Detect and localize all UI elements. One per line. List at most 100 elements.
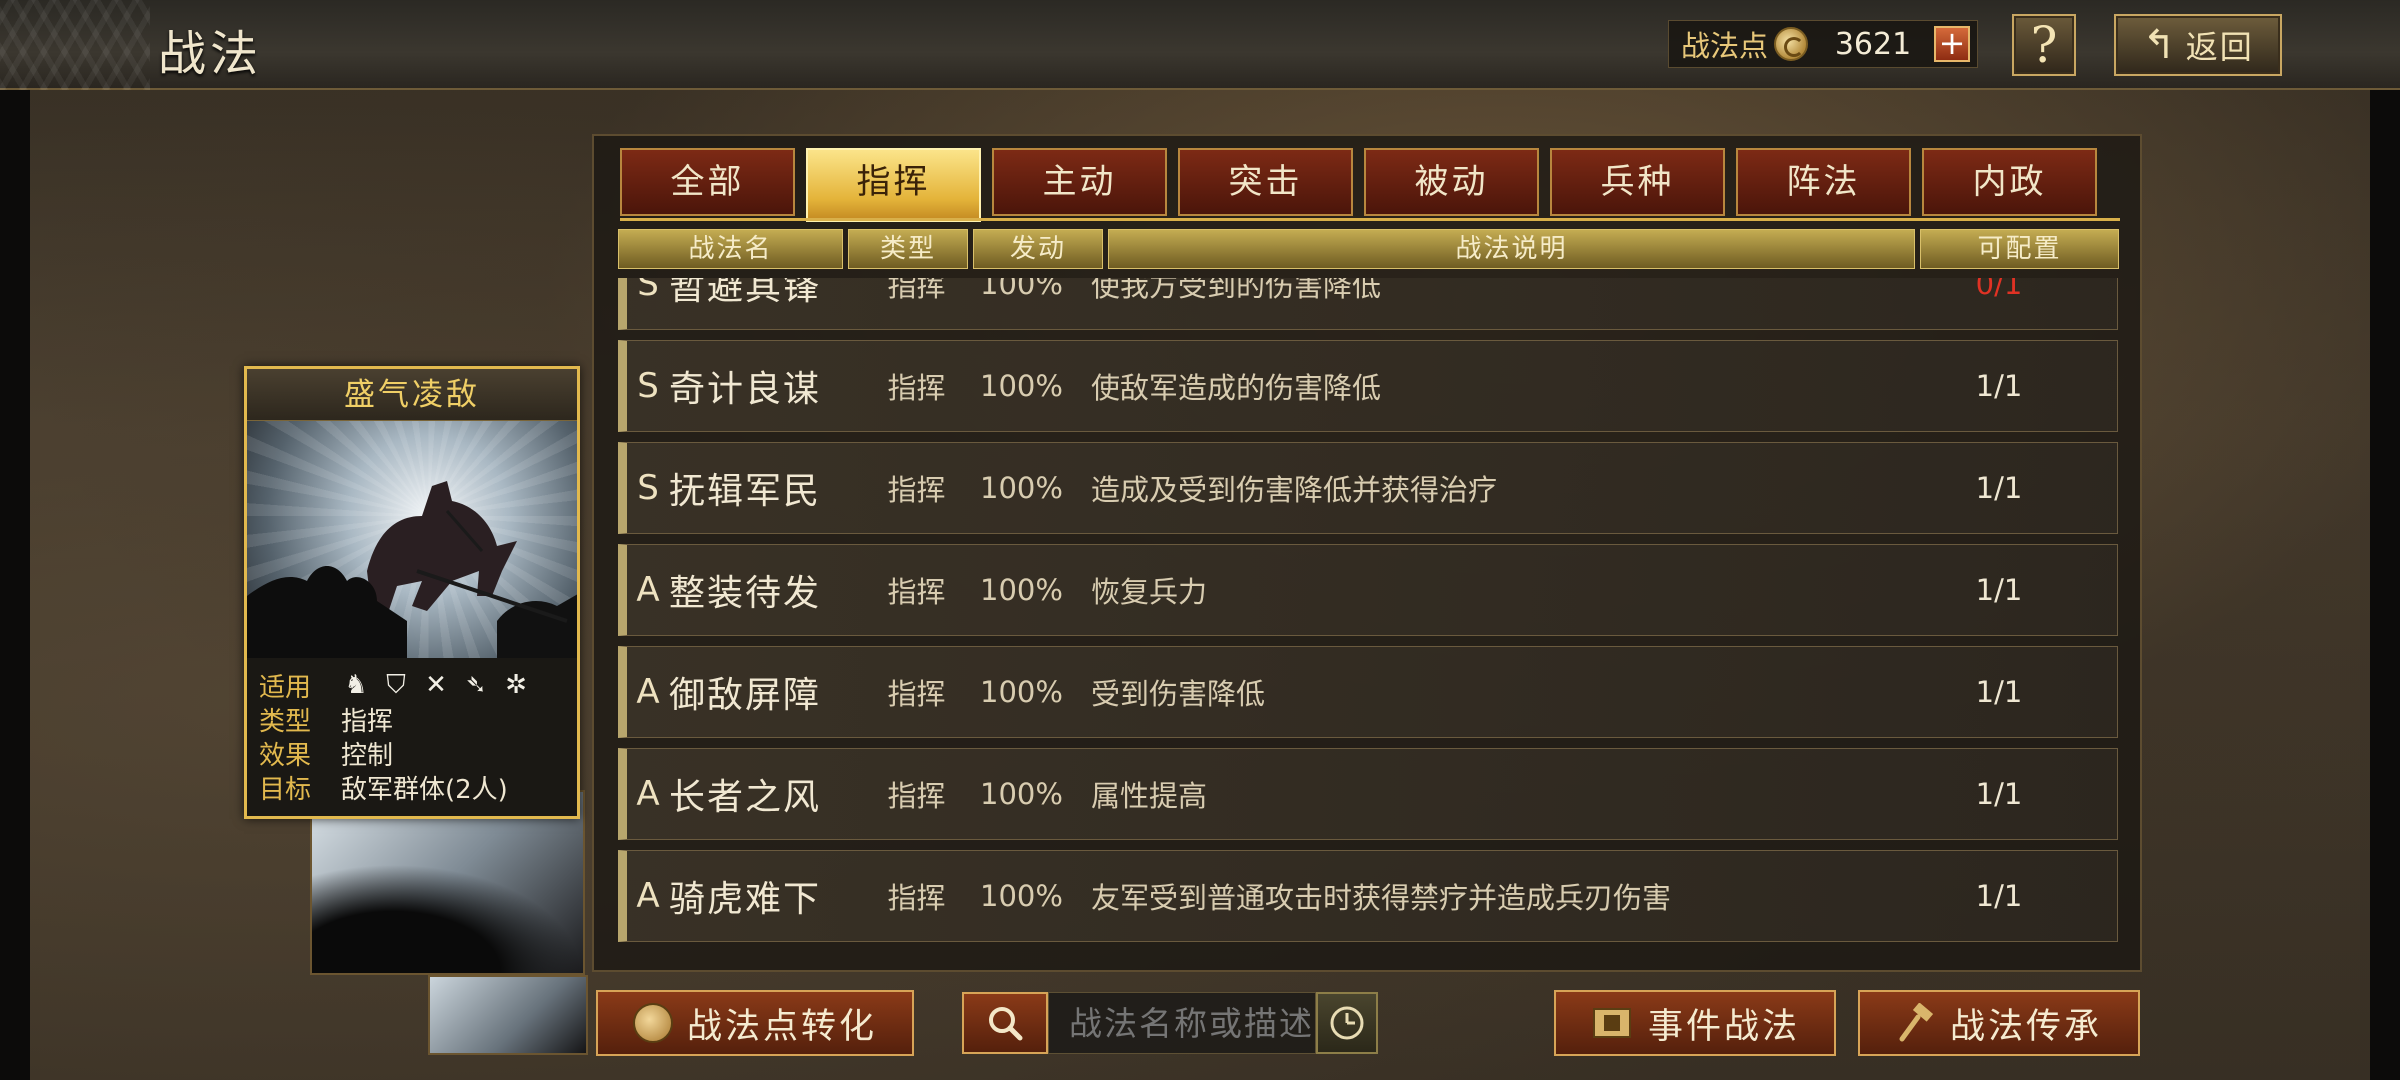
tactic-config-count: 1/1 <box>1975 369 2023 403</box>
info-key: 类型 <box>259 706 312 737</box>
search-icon <box>989 1007 1023 1041</box>
column-headers: 战法名 类型 发动 战法说明 可配置 <box>618 229 2119 269</box>
tactic-type: 指挥 <box>887 278 946 303</box>
tactic-name: 抚辑军民 <box>669 471 822 512</box>
info-key: 目标 <box>259 774 312 805</box>
tactic-config-count: 1/1 <box>1975 879 2023 913</box>
tab-troop-type[interactable]: 兵种 <box>1550 148 1725 216</box>
tab-formation[interactable]: 阵法 <box>1736 148 1911 216</box>
tactic-description: 友军受到普通攻击时获得禁疗并造成兵刃伤害 <box>1091 881 1672 915</box>
shield-icon: ⛉ <box>386 669 406 700</box>
info-row-applicable: 适用 ♞ ⛉ ✕ ➴ ✲ <box>259 668 577 703</box>
history-button[interactable] <box>1316 992 1378 1054</box>
bow-icon: ✕ <box>425 670 447 700</box>
clock-icon <box>1330 1006 1364 1040</box>
tactic-name: 御敌屏障 <box>669 675 822 716</box>
spear-icon: ➴ <box>465 670 487 700</box>
tactic-config-count: 1/1 <box>1975 777 2023 811</box>
tactic-rate: 100% <box>980 471 1063 505</box>
card-back-art <box>312 864 583 973</box>
tactic-description: 造成及受到伤害降低并获得治疗 <box>1091 473 1498 507</box>
scroll-icon <box>1592 1008 1631 1038</box>
card-title: 盛气凌敌 <box>247 369 577 421</box>
tab-command[interactable]: 指挥 <box>806 148 981 222</box>
tactic-description: 恢复兵力 <box>1091 575 1208 609</box>
col-name[interactable]: 战法名 <box>618 229 843 269</box>
table-row[interactable]: A 御敌屏障 指挥 100% 受到伤害降低 1/1 <box>618 646 2118 738</box>
grade-label: A <box>636 876 660 916</box>
card-artwork <box>247 421 577 658</box>
table-row[interactable]: S 暂避其锋 指挥 100% 使我方受到的伤害降低 0/1 <box>618 278 2118 330</box>
tactic-point-coin-icon <box>1774 27 1809 61</box>
card-stack-back-2[interactable] <box>428 975 588 1055</box>
help-button[interactable]: ? <box>2012 14 2076 76</box>
table-row[interactable]: A 骑虎难下 指挥 100% 友军受到普通攻击时获得禁疗并造成兵刃伤害 1/1 <box>618 850 2118 942</box>
info-row-target: 目标 敌军群体(2人) <box>259 770 577 805</box>
grade-label: S <box>637 366 659 406</box>
table-row[interactable]: A 整装待发 指挥 100% 恢复兵力 1/1 <box>618 544 2118 636</box>
back-button[interactable]: ↰ 返回 <box>2114 14 2282 76</box>
tactic-config-count: 1/1 <box>1975 471 2023 505</box>
battle-silhouette-art <box>247 481 577 658</box>
tactic-name: 暂避其锋 <box>669 278 822 308</box>
tactic-rate: 100% <box>980 573 1063 607</box>
grade-label: A <box>636 570 660 610</box>
grade-label: A <box>636 672 660 712</box>
tactic-description: 使敌军造成的伤害降低 <box>1091 371 1382 405</box>
category-tabs: 全部 指挥 主动 突击 被动 兵种 阵法 内政 <box>620 148 2097 222</box>
event-tactics-label: 事件战法 <box>1647 1006 1800 1047</box>
tab-assault[interactable]: 突击 <box>1178 148 1353 216</box>
tactic-description: 使我方受到的伤害降低 <box>1091 278 1382 303</box>
card-info: 适用 ♞ ⛉ ✕ ➴ ✲ 类型 指挥 效果 控制 目标 敌军群体(2人) <box>247 658 577 816</box>
col-trigger[interactable]: 发动 <box>973 229 1103 269</box>
convert-points-button[interactable]: 战法点转化 <box>596 990 914 1056</box>
event-tactics-button[interactable]: 事件战法 <box>1554 990 1836 1056</box>
col-type[interactable]: 类型 <box>848 229 968 269</box>
search-button[interactable] <box>962 992 1048 1054</box>
tactic-rate: 100% <box>980 369 1063 403</box>
info-key: 适用 <box>259 672 312 703</box>
grade-label: S <box>637 468 659 508</box>
search-bar <box>962 992 1378 1054</box>
tactics-rows: S 暂避其锋 指挥 100% 使我方受到的伤害降低 0/1 S 奇计良谋 指挥 … <box>618 278 2118 1080</box>
tactic-type: 指挥 <box>887 371 946 405</box>
table-row[interactable]: S 抚辑军民 指挥 100% 造成及受到伤害降低并获得治疗 1/1 <box>618 442 2118 534</box>
info-row-effect: 效果 控制 <box>259 736 577 771</box>
table-row[interactable]: A 长者之风 指挥 100% 属性提高 1/1 <box>618 748 2118 840</box>
tactic-rate: 100% <box>980 278 1063 301</box>
tab-active[interactable]: 主动 <box>992 148 1167 216</box>
tactic-name: 奇计良谋 <box>669 369 822 410</box>
tactic-type: 指挥 <box>887 779 946 813</box>
tactic-inherit-label: 战法传承 <box>1949 1006 2102 1047</box>
tactic-description: 属性提高 <box>1091 779 1208 813</box>
info-value: 指挥 <box>341 706 394 737</box>
points-value: 3621 <box>1834 26 1912 62</box>
left-edge <box>0 0 30 1080</box>
tab-passive[interactable]: 被动 <box>1364 148 1539 216</box>
tactic-inherit-button[interactable]: 战法传承 <box>1858 990 2140 1056</box>
tactic-rate: 100% <box>980 675 1063 709</box>
cavalry-icon: ♞ <box>344 670 368 700</box>
add-points-button[interactable]: + <box>1934 26 1971 62</box>
tactic-detail-card[interactable]: 盛气凌敌 适用 ♞ ⛉ ✕ ➴ ✲ 类型 指挥 效果 控制 目标 敌军群体(2人… <box>244 366 580 819</box>
grade-label: A <box>636 774 660 814</box>
tactic-points-display: 战法点 3621 + <box>1668 20 1978 68</box>
table-row[interactable]: S 奇计良谋 指挥 100% 使敌军造成的伤害降低 1/1 <box>618 340 2118 432</box>
back-label: 返回 <box>2185 28 2254 66</box>
convert-points-label: 战法点转化 <box>686 1006 877 1047</box>
col-configurable[interactable]: 可配置 <box>1920 229 2119 269</box>
tactic-name: 整装待发 <box>669 573 822 614</box>
tab-internal-affairs[interactable]: 内政 <box>1922 148 2097 216</box>
tactic-type: 指挥 <box>887 575 946 609</box>
page-title: 战法 <box>158 26 263 82</box>
tactic-rate: 100% <box>980 777 1063 811</box>
tactic-config-count: 1/1 <box>1975 573 2023 607</box>
wheel-icon: ✲ <box>505 670 527 700</box>
info-key: 效果 <box>259 740 312 771</box>
tactics-list-panel: 全部 指挥 主动 突击 被动 兵种 阵法 内政 战法名 类型 发动 战法说明 可… <box>592 134 2142 972</box>
info-row-type: 类型 指挥 <box>259 702 577 737</box>
tab-all[interactable]: 全部 <box>620 148 795 216</box>
search-input[interactable] <box>1048 992 1316 1054</box>
tactic-point-coin-icon <box>632 1003 673 1043</box>
tactic-config-count: 1/1 <box>1975 675 2023 709</box>
